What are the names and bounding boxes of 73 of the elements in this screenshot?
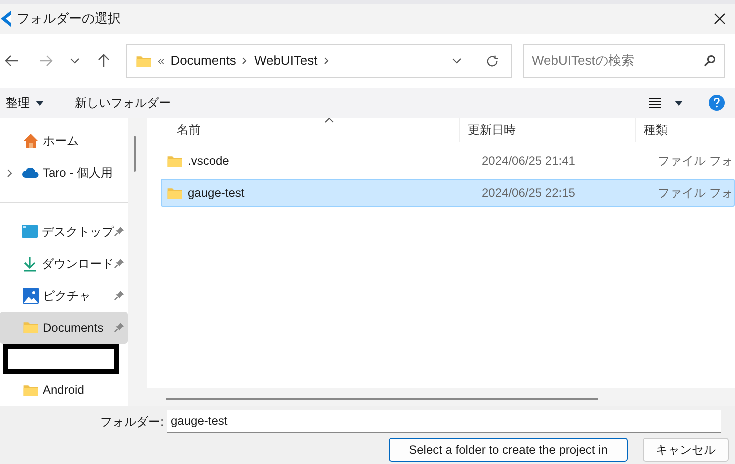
modified-date: 2024/06/25 21:41 [481,153,576,170]
sidebar-label: ピクチャ [43,288,91,305]
search-input[interactable]: WebUITestの検索 [532,51,704,71]
sidebar-label: Taro - 個人用 [43,165,114,182]
question-mark-icon [714,98,720,108]
list-view-icon [649,98,661,108]
file-row[interactable]: gauge-test 2024/06/25 22:15 ファイル フォ [161,179,735,207]
sidebar-item[interactable]: ホーム [0,125,128,157]
pin-icon [114,322,125,334]
pin-icon [114,290,125,302]
cancel-button[interactable]: キャンセル [643,438,729,462]
file-row[interactable]: .vscode 2024/06/25 21:41 ファイル フォ [161,147,735,175]
caret-icon [675,100,683,106]
search-field[interactable]: WebUITestの検索 [523,44,725,78]
new-folder-button[interactable]: 新しいフォルダー [75,94,171,112]
select-folder-button[interactable]: Select a folder to create the project in [389,438,628,462]
up-arrow-icon [98,54,110,68]
chevron-right-icon [324,57,330,65]
sidebar-item[interactable]: Documents [0,312,128,344]
sidebar-label: ホーム [43,133,79,150]
refresh-icon[interactable] [486,54,499,68]
sidebar-label: Android [43,382,84,399]
modified-date: 2024/06/25 22:15 [481,185,576,202]
column-header[interactable]: 名前 [147,118,459,142]
sidebar-label: デスクトップ [42,224,114,241]
file-type: ファイル フォ [657,153,734,170]
file-type: ファイル フォ [657,185,734,202]
forward-arrow-icon [39,55,53,67]
sidebar-item[interactable]: Android [0,374,128,406]
back-arrow-icon [5,55,19,67]
pin-icon [114,258,125,270]
folder-icon [136,54,152,68]
folder-label: フォルダー: [100,414,165,430]
breadcrumb-item[interactable]: WebUITest [248,51,324,71]
window-title: フォルダーの選択 [17,10,121,28]
close-icon [714,13,726,25]
address-bar[interactable]: « Documents WebUITest [126,44,512,78]
caret-icon [36,100,44,106]
sort-ascending-icon [325,118,334,123]
picture-icon [23,288,39,304]
chevron-down-icon [70,58,80,64]
column-header[interactable]: 種類 [635,118,735,142]
organize-button[interactable]: 整理 [6,94,44,112]
sidebar-item[interactable]: デスクトップ [0,216,128,248]
download-icon [23,256,38,272]
scrollbar-thumb[interactable] [166,398,598,400]
pin-icon [114,226,125,238]
sidebar-label: Documents [43,320,104,337]
overflow-chevron[interactable]: « [158,52,165,70]
folder-icon [23,321,39,334]
sidebar-item[interactable]: Taro - 個人用 [0,157,128,189]
search-icon [704,55,716,67]
view-menu-button[interactable] [649,98,683,108]
chevron-right-icon[interactable] [7,168,13,178]
breadcrumb-item[interactable]: Documents [164,51,242,71]
folder-icon [167,154,183,168]
cloud-icon [22,167,40,179]
file-name: gauge-test [188,185,245,202]
folder-name-input[interactable]: gauge-test [171,412,717,430]
folder-icon [23,384,39,396]
sidebar-label: ダウンロード [42,256,114,273]
column-header[interactable]: 更新日時 [459,118,635,142]
folder-icon [167,186,183,200]
chevron-right-icon [242,57,248,65]
file-name: .vscode [188,153,230,170]
sidebar-item[interactable]: ダウンロード [0,248,128,280]
home-icon [23,133,39,149]
scrollbar-thumb[interactable] [134,136,136,172]
chevron-down-icon[interactable] [452,58,462,64]
folder-name-field[interactable]: gauge-test [167,410,721,433]
help-button[interactable] [709,95,725,111]
desktop-icon [22,225,38,238]
sidebar-item[interactable]: ピクチャ [0,280,128,312]
